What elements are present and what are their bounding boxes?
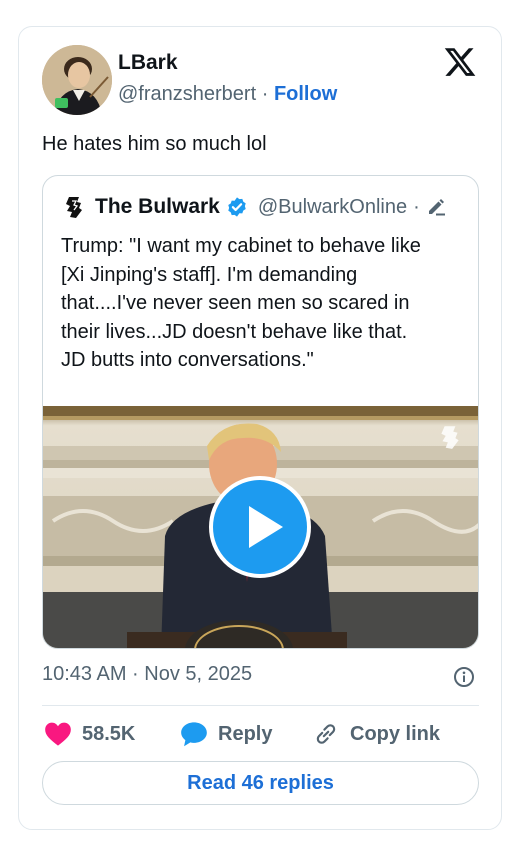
quoted-text-line: [Xi Jinping's staff]. I'm demanding xyxy=(61,263,358,286)
speech-bubble-icon xyxy=(181,722,207,747)
quoted-tweet-header: The Bulwark @BulwarkOnline · xyxy=(61,194,446,220)
copy-link-button[interactable]: Copy link xyxy=(312,719,440,749)
video-thumbnail[interactable] xyxy=(43,406,478,648)
follow-button[interactable]: Follow xyxy=(274,83,337,105)
play-icon xyxy=(249,506,283,548)
reply-button[interactable]: Reply xyxy=(180,719,272,749)
tweet-text: He hates him so much lol xyxy=(42,133,267,155)
quoted-author-name[interactable]: The Bulwark xyxy=(95,195,220,219)
quoted-tweet-text: Trump: "I want my cabinet to behave like… xyxy=(61,232,466,375)
author-handle-line: @franzsherbert · Follow xyxy=(118,83,337,106)
bulwark-logo-icon xyxy=(61,194,87,220)
quoted-text-line: that....I've never seen men so scared in xyxy=(61,292,410,314)
quoted-text-line: JD butts into conversations." xyxy=(61,349,314,371)
quoted-author-handle[interactable]: @BulwarkOnline xyxy=(258,196,407,219)
x-logo-icon[interactable] xyxy=(443,45,477,79)
quoted-tweet[interactable]: The Bulwark @BulwarkOnline · Trump: "I w… xyxy=(42,175,479,649)
pencil-icon xyxy=(426,197,446,217)
author-avatar[interactable] xyxy=(42,45,112,115)
like-button[interactable]: 58.5K xyxy=(44,719,135,749)
like-count: 58.5K xyxy=(82,722,136,745)
tweet-timestamp[interactable]: 10:43 AM · Nov 5, 2025 xyxy=(42,663,252,686)
heart-icon xyxy=(45,722,71,746)
author-handle[interactable]: @franzsherbert xyxy=(118,83,256,105)
author-name[interactable]: LBark xyxy=(118,51,178,75)
reply-label: Reply xyxy=(218,722,273,745)
verified-badge-icon xyxy=(226,196,248,218)
read-replies-button[interactable]: Read 46 replies xyxy=(42,761,479,805)
info-icon[interactable] xyxy=(453,666,475,688)
bulwark-watermark-icon xyxy=(436,420,464,454)
divider xyxy=(42,705,479,706)
quoted-text-line: Trump: "I want my cabinet to behave like xyxy=(61,235,421,257)
embedded-tweet-card: LBark @franzsherbert · Follow He hates h… xyxy=(18,26,502,830)
separator-dot: · xyxy=(261,83,269,105)
copy-link-label: Copy link xyxy=(350,722,441,745)
play-button[interactable] xyxy=(209,476,311,578)
quoted-text-line: their lives...JD doesn't behave like tha… xyxy=(61,320,408,343)
link-icon xyxy=(316,724,336,744)
separator-dot: · xyxy=(413,195,420,218)
